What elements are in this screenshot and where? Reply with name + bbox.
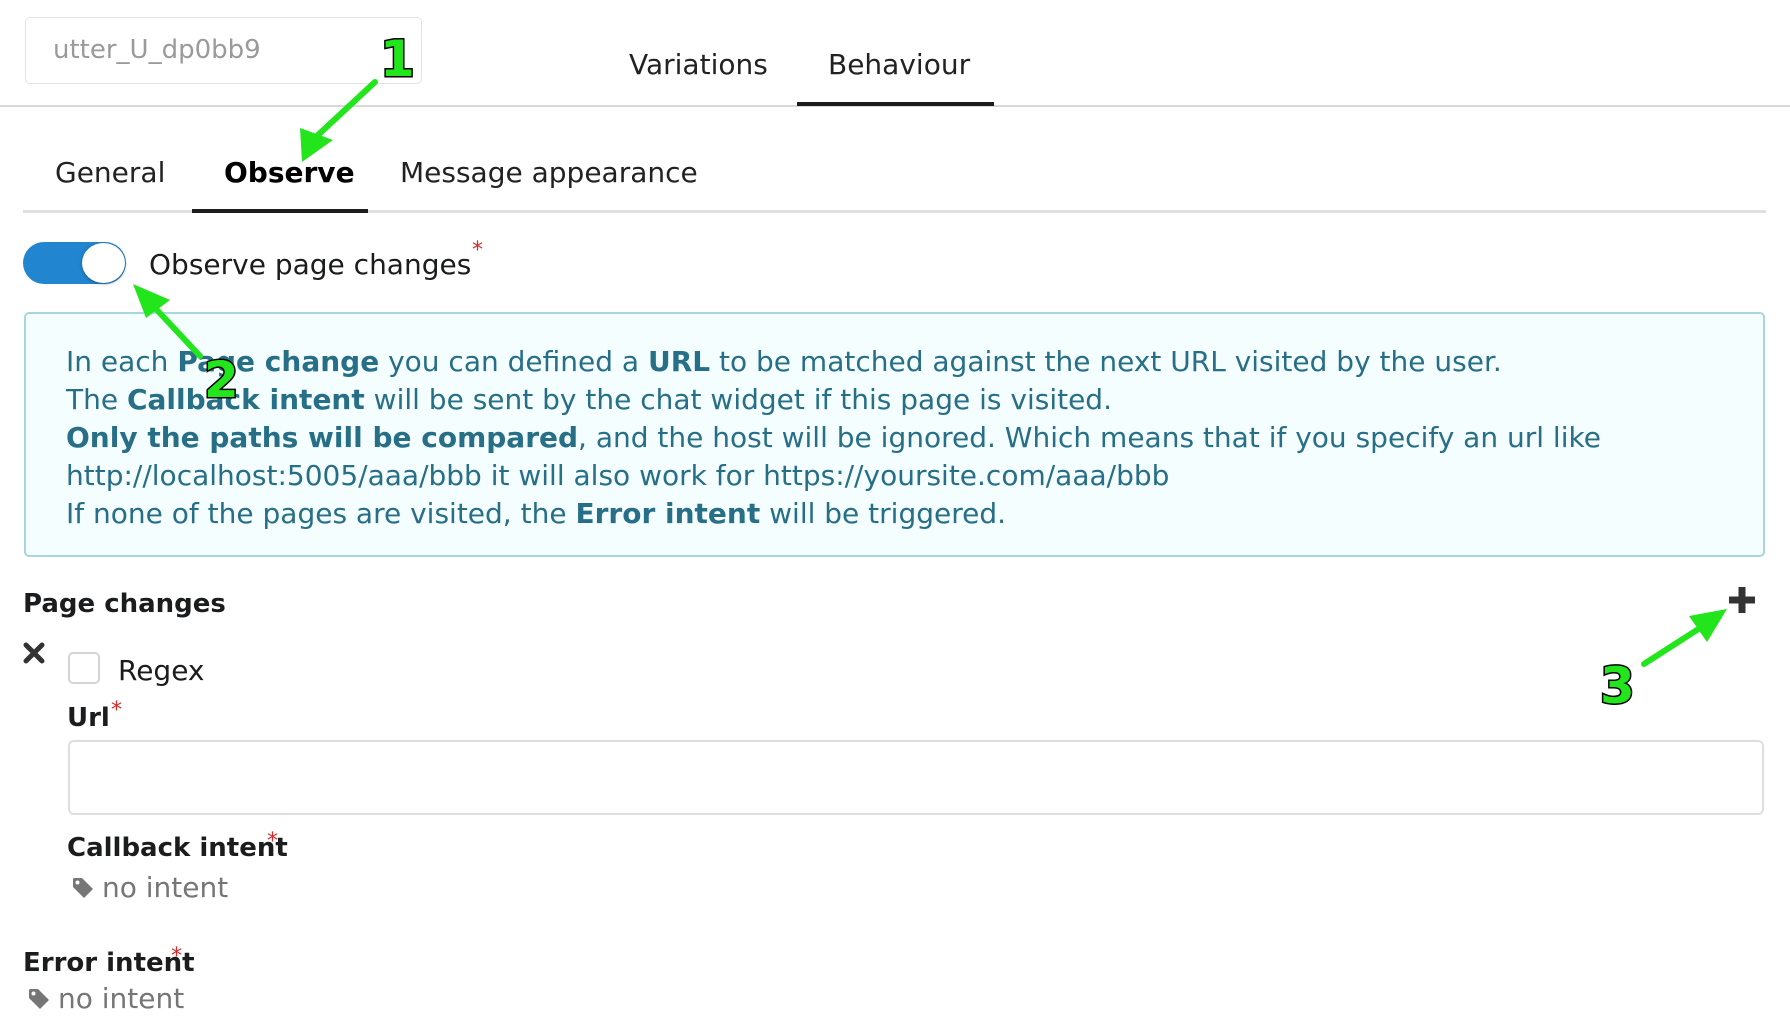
subtab-observe[interactable]: Observe bbox=[224, 156, 355, 189]
info-line-3: Only the paths will be compared, and the… bbox=[66, 421, 1601, 454]
x-icon[interactable] bbox=[22, 641, 46, 665]
info-line-5: If none of the pages are visited, the Er… bbox=[66, 497, 1007, 530]
url-label: Url bbox=[67, 703, 110, 733]
active-subtab-indicator bbox=[192, 209, 368, 213]
required-mark: * bbox=[171, 944, 182, 969]
subtab-message-appearance[interactable]: Message appearance bbox=[400, 156, 698, 189]
tab-behaviour[interactable]: Behaviour bbox=[828, 48, 970, 81]
required-mark: * bbox=[267, 829, 278, 854]
annotation-number: 3 bbox=[1600, 657, 1635, 715]
tag-icon bbox=[73, 878, 93, 898]
info-message: In each Page change you can defined a UR… bbox=[24, 312, 1765, 557]
toggle-knob[interactable] bbox=[82, 243, 125, 283]
callback-intent-label: Callback intent bbox=[67, 833, 288, 863]
annotation-arrow-3 bbox=[1641, 609, 1727, 667]
active-tab-indicator bbox=[797, 102, 994, 106]
info-line-4: http://localhost:5005/aaa/bbb it will al… bbox=[66, 459, 1170, 492]
tab-variations[interactable]: Variations bbox=[629, 48, 768, 81]
error-intent-value: no intent bbox=[58, 982, 185, 1015]
page-changes-title: Page changes bbox=[23, 589, 226, 619]
tag-icon bbox=[29, 989, 49, 1009]
response-name-field[interactable]: utter_U_dp0bb9 bbox=[25, 17, 422, 84]
info-line-1: In each Page change you can defined a UR… bbox=[66, 345, 1502, 378]
required-mark: * bbox=[111, 698, 122, 723]
observe-toggle-label: Observe page changes bbox=[149, 248, 472, 281]
regex-label[interactable]: Regex bbox=[118, 654, 205, 687]
annotation-arrow-1 bbox=[300, 79, 378, 162]
error-intent-label: Error intent bbox=[23, 948, 195, 978]
required-mark: * bbox=[472, 238, 483, 263]
regex-checkbox[interactable] bbox=[68, 652, 100, 684]
plus-icon[interactable] bbox=[1727, 585, 1757, 615]
callback-intent-selector[interactable]: no intent bbox=[72, 871, 228, 904]
subtab-general[interactable]: General bbox=[55, 156, 165, 189]
info-line-2: The Callback intent will be sent by the … bbox=[66, 383, 1112, 416]
error-intent-selector[interactable]: no intent bbox=[28, 982, 184, 1015]
callback-intent-value: no intent bbox=[102, 871, 229, 904]
url-input[interactable] bbox=[68, 740, 1764, 815]
